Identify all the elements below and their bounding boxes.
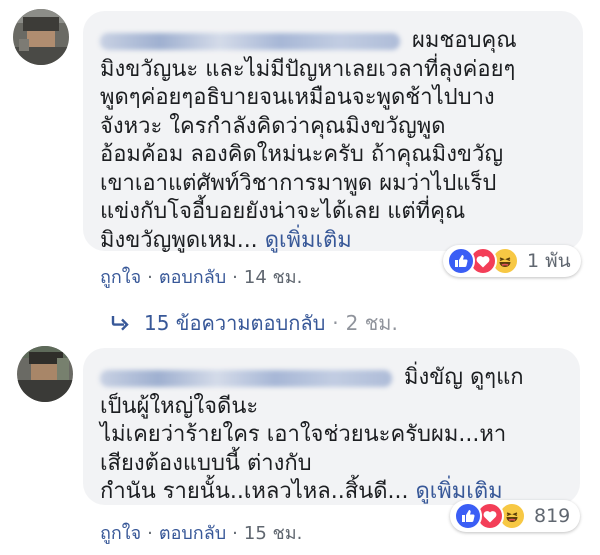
separator-dot: ·	[147, 267, 153, 288]
reply-arrow-icon	[110, 315, 130, 331]
comment-bubble: มิ่งขัญ ดูๆแก เป็นผู้ใหญ่ใจดีนะ ไม่เคยว่…	[83, 348, 580, 505]
comment-text-line: อ้อมค้อม ลองคิดใหม่นะครับ ถ้าคุณมิงขวัญ	[100, 142, 504, 167]
avatar[interactable]	[17, 346, 73, 402]
comment-text-line: ไม่เคยว่าร้ายใคร เอาใจช่วยนะครับผม...หา	[100, 422, 507, 447]
comment-text-line: แข่งกับโจอี้บอยยังน่าจะได้เลย แต่ที่คุณ	[100, 199, 466, 224]
like-button[interactable]: ถูกใจ	[100, 267, 141, 288]
comment-bubble: ผมชอบคุณ มิงขวัญนะ และไม่มีปัญหาเลยเวลาท…	[83, 11, 583, 253]
comment-actions: ถูกใจ · ตอบกลับ · 15 ชม.	[100, 518, 302, 547]
comment-text-line: พูดๆค่อยๆอธิบายจนเหมือนจะพูดช้าไปบาง	[100, 85, 495, 110]
reaction-count: 819	[534, 505, 571, 527]
reaction-summary[interactable]: 819	[450, 500, 581, 532]
reply-button[interactable]: ตอบกลับ	[159, 523, 226, 544]
separator-dot: ·	[332, 311, 339, 335]
see-more-link[interactable]: ดูเพิ่มเติม	[265, 228, 352, 253]
like-reaction-icon	[447, 247, 475, 275]
comment-time[interactable]: 14 ชม.	[244, 267, 302, 288]
comment-text-line: ผมชอบคุณ	[412, 28, 517, 53]
comment-time[interactable]: 15 ชม.	[244, 523, 302, 544]
comment-text-line: กำนัน รายนั้น..เหลวไหล..สิ้นดี...	[100, 479, 409, 504]
comment-actions: ถูกใจ · ตอบกลับ · 14 ชม.	[100, 262, 302, 291]
replies-time: 2 ชม.	[345, 311, 398, 335]
separator-dot: ·	[232, 523, 238, 544]
reaction-count: 1 พัน	[527, 250, 571, 272]
comment-text-line: มิงขวัญพูดเหม...	[100, 227, 258, 253]
separator-dot: ·	[147, 523, 153, 544]
comment-text-line: มิงขวัญนะ และไม่มีปัญหาเลยเวลาที่ลุงค่อย…	[100, 56, 516, 82]
comment-text-line: เขาเอาแต่ศัพท์วิชาการมาพูด ผมว่าไปแร็ป	[100, 170, 497, 196]
comment-text-line: เสียงต้องแบบนี้ ต่างกับ	[100, 450, 312, 476]
reaction-summary[interactable]: 1 พัน	[443, 245, 581, 277]
like-button[interactable]: ถูกใจ	[100, 523, 141, 544]
comment-text-line: จังหวะ ใครกำลังคิดว่าคุณมิงขวัญพูด	[100, 113, 446, 139]
commenter-name-blurred[interactable]	[100, 32, 400, 50]
reply-button[interactable]: ตอบกลับ	[159, 267, 226, 288]
avatar[interactable]	[13, 9, 69, 65]
comment-text-line: เป็นผู้ใหญ่ใจดีนะ	[100, 393, 259, 419]
comment-text-line: มิ่งขัญ ดูๆแก	[404, 365, 524, 390]
view-replies-row: 15 ข้อความตอบกลับ · 2 ชม.	[110, 305, 398, 341]
like-reaction-icon	[454, 502, 482, 530]
separator-dot: ·	[232, 267, 238, 288]
commenter-name-blurred[interactable]	[100, 369, 392, 387]
view-replies-link[interactable]: 15 ข้อความตอบกลับ	[144, 307, 325, 339]
